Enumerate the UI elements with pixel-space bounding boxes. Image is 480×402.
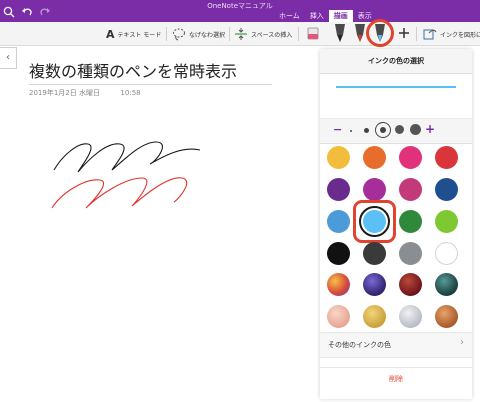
texture-swatch-bronze[interactable]: [435, 305, 458, 328]
redo-icon[interactable]: [39, 6, 51, 18]
back-button[interactable]: ‹: [0, 47, 17, 69]
app-title: OneNoteマニュアル: [207, 2, 273, 10]
color-swatch[interactable]: [363, 146, 386, 169]
black-ink-stroke: [53, 141, 201, 173]
page-time: 10:58: [120, 89, 141, 97]
title-underline: [29, 84, 272, 85]
texture-swatch-silver[interactable]: [399, 305, 422, 328]
color-swatch[interactable]: [399, 178, 422, 201]
color-swatch[interactable]: [327, 178, 350, 201]
search-icon[interactable]: [3, 6, 15, 18]
pen-red-icon[interactable]: [354, 23, 366, 43]
texture-swatch-rainbow[interactable]: [327, 273, 350, 296]
color-swatch[interactable]: [435, 242, 458, 265]
thickness-option[interactable]: [395, 125, 404, 134]
color-swatch[interactable]: [399, 242, 422, 265]
chevron-right-icon: ›: [460, 337, 464, 348]
insert-space-button[interactable]: スペースの挿入: [234, 27, 292, 41]
text-mode-icon: A: [106, 28, 115, 41]
thickness-option-selected[interactable]: [375, 122, 391, 138]
toolbar-divider: [298, 27, 299, 41]
texture-swatch-ocean[interactable]: [435, 273, 458, 296]
toolbar-divider: [229, 27, 230, 41]
increase-thickness-button[interactable]: +: [425, 122, 435, 136]
pen-black-icon[interactable]: [334, 23, 346, 43]
tab-home[interactable]: ホーム: [274, 10, 305, 22]
thickness-selector: − +: [320, 119, 472, 144]
color-swatch[interactable]: [399, 210, 422, 233]
color-swatch[interactable]: [363, 242, 386, 265]
color-swatch[interactable]: [327, 210, 350, 233]
decrease-thickness-button[interactable]: −: [333, 123, 342, 136]
stroke-preview-line: [336, 86, 456, 88]
selected-color-highlight: [353, 200, 396, 243]
chevron-left-icon: ‹: [6, 52, 10, 63]
page-date: 2019年1月2日 水曜日: [29, 89, 100, 97]
ink-to-shape-icon: [423, 29, 437, 40]
color-swatch[interactable]: [327, 146, 350, 169]
toolbar-divider: [166, 27, 167, 41]
texture-swatch-rose-gold[interactable]: [327, 305, 350, 328]
more-colors-label: その他のインクの色: [328, 341, 391, 349]
page-title[interactable]: 複数の種類のペンを常時表示: [29, 58, 237, 82]
more-ink-colors-button[interactable]: その他のインクの色 ›: [320, 332, 472, 358]
ink-color-panel: インクの色の選択 − + その他のインクの色 › 削除: [320, 49, 472, 399]
red-ink-stroke: [51, 177, 188, 209]
thickness-option[interactable]: [410, 124, 421, 135]
panel-title: インクの色の選択: [320, 49, 472, 74]
color-swatch[interactable]: [435, 178, 458, 201]
eraser-icon[interactable]: [306, 25, 320, 42]
lasso-select-button[interactable]: なげなわ選択: [172, 27, 225, 41]
thickness-option[interactable]: [364, 128, 369, 133]
insert-space-icon: [235, 28, 247, 40]
texture-swatch-lava[interactable]: [399, 273, 422, 296]
color-swatch[interactable]: [363, 178, 386, 201]
thickness-option[interactable]: [350, 130, 352, 132]
stroke-preview: [320, 74, 472, 119]
color-swatch[interactable]: [435, 210, 458, 233]
page-meta: 2019年1月2日 水曜日 10:58: [29, 88, 141, 98]
undo-icon[interactable]: [21, 6, 33, 18]
add-pen-icon[interactable]: [398, 27, 410, 39]
color-swatch[interactable]: [327, 242, 350, 265]
texture-swatch-gold[interactable]: [363, 305, 386, 328]
tab-draw[interactable]: 描画: [328, 10, 353, 22]
tab-insert[interactable]: 挿入: [305, 10, 329, 22]
delete-button[interactable]: 削除: [320, 367, 472, 390]
color-swatch[interactable]: [435, 146, 458, 169]
ribbon-tabs: ホーム 挿入 描画 表示: [274, 10, 377, 22]
text-mode-button[interactable]: A テキスト モード: [106, 28, 161, 41]
lasso-icon: [173, 28, 185, 41]
color-swatch[interactable]: [399, 146, 422, 169]
selected-pen-highlight: [366, 19, 394, 47]
texture-swatch-galaxy[interactable]: [363, 273, 386, 296]
ink-to-shape-button[interactable]: インクを図形に: [423, 27, 480, 41]
toolbar-divider: [416, 27, 417, 41]
ink-drawing[interactable]: [40, 128, 220, 223]
